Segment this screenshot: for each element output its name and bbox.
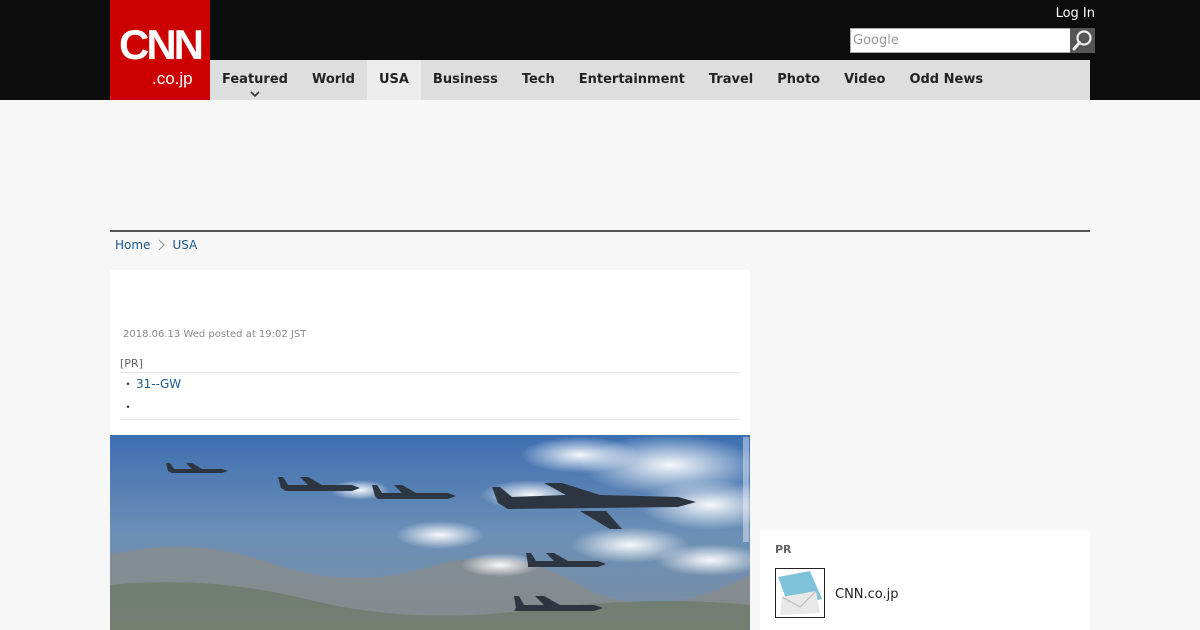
list-item: [120, 396, 740, 419]
search-input[interactable]: [850, 28, 1072, 53]
nav-item-featured[interactable]: Featured: [210, 60, 300, 100]
jets-formation-photo: [110, 435, 750, 630]
breadcrumb-home-link[interactable]: Home: [115, 238, 150, 252]
login-link[interactable]: Log In: [1056, 6, 1095, 21]
nav-item-video[interactable]: Video: [832, 60, 897, 100]
pr-thumbnail[interactable]: [775, 568, 825, 618]
nav-item-label: Odd News: [909, 72, 984, 87]
nav-item-label: Business: [432, 72, 498, 87]
article-dateline: 2018.06.13 Wed posted at 19:02 JST: [123, 329, 307, 340]
sidebar-pr-link[interactable]: CNN.co.jp: [835, 587, 899, 602]
article-pr-block: [PR] 31--GW: [120, 352, 740, 420]
top-header-bar: CNN .co.jp Log In Featured World USA Bus…: [0, 0, 1200, 100]
breadcrumb: Home USA: [115, 238, 197, 252]
article-header-card: 2018.06.13 Wed posted at 19:02 JST [PR] …: [110, 270, 750, 435]
nav-item-label: Tech: [521, 72, 555, 87]
breadcrumb-usa-link[interactable]: USA: [172, 238, 197, 252]
nav-item-entertainment[interactable]: Entertainment: [567, 60, 697, 100]
section-divider: [110, 230, 1090, 232]
list-item: 31--GW: [120, 373, 740, 396]
envelope-icon: [778, 571, 822, 615]
chevron-right-icon: [159, 239, 166, 251]
nav-item-label: USA: [378, 72, 409, 87]
nav-item-label: World: [311, 72, 355, 87]
search-button[interactable]: [1070, 28, 1095, 53]
nav-item-business[interactable]: Business: [421, 60, 510, 100]
nav-item-tech[interactable]: Tech: [510, 60, 567, 100]
pr-divider: [120, 419, 740, 420]
nav-item-label: Video: [844, 72, 886, 87]
nav-item-usa[interactable]: USA: [366, 60, 421, 100]
cnn-logo[interactable]: CNN .co.jp: [110, 0, 210, 100]
nav-item-photo[interactable]: Photo: [765, 60, 832, 100]
nav-item-world[interactable]: World: [300, 60, 367, 100]
photo-credit-strip: [743, 437, 749, 542]
logo-main-text: CNN: [119, 21, 204, 68]
pr-link[interactable]: 31--GW: [136, 377, 181, 391]
article-hero-image: [110, 435, 750, 630]
pr-link-list: 31--GW: [120, 373, 740, 419]
main-nav: Featured World USA Business Tech Enterta…: [210, 60, 1090, 100]
pr-label: [PR]: [120, 352, 740, 373]
sidebar-pr-box: PR CNN.co.jp: [760, 530, 1090, 630]
nav-item-label: Entertainment: [578, 72, 685, 87]
nav-item-label: Travel: [708, 72, 754, 87]
nav-item-label: Photo: [777, 72, 821, 87]
chevron-down-icon: [250, 91, 260, 98]
sidebar-pr-label: PR: [775, 543, 792, 556]
nav-item-travel[interactable]: Travel: [697, 60, 765, 100]
nav-item-label: Featured: [222, 72, 288, 87]
nav-item-odd-news[interactable]: Odd News: [897, 60, 995, 100]
logo-sub-text: .co.jp: [152, 69, 193, 88]
ad-banner-area: [110, 100, 1090, 230]
search-icon: [1072, 30, 1092, 51]
